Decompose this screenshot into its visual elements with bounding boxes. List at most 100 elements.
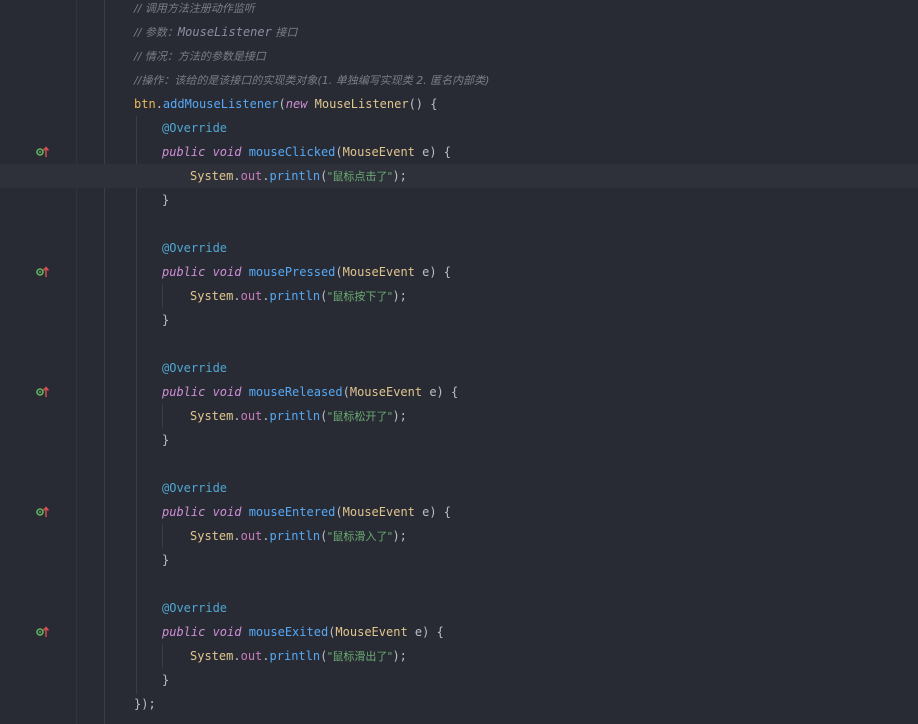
keyword: void [212,625,249,639]
keyword: new [285,97,315,111]
comment: // 情况：方法的参数是接口 [134,50,266,63]
code-text: System.out.println("鼠标松开了"); [190,404,407,429]
code-text: // 情况：方法的参数是接口 [134,44,266,69]
dot: . [233,289,241,303]
method-call: println [269,409,321,423]
parameter: e) { [414,265,452,279]
code-line[interactable]: public void mouseReleased(MouseEvent e) … [0,380,918,404]
method-call: println [269,649,321,663]
code-line[interactable]: } [0,308,918,332]
override-method-icon[interactable] [36,266,50,278]
code-text: public void mouseExited(MouseEvent e) { [162,620,444,644]
keyword: public [162,505,213,519]
code-line[interactable]: } [0,548,918,572]
field-name: out [240,289,263,303]
method-name: mousePressed [248,265,336,279]
dot: . [233,649,241,663]
code-line[interactable]: } [0,428,918,452]
code-line[interactable]: public void mouseClicked(MouseEvent e) { [0,140,918,164]
brace: } [162,433,170,447]
closing-brace: }); [134,697,156,711]
class-name: System [190,289,234,303]
dot: . [233,529,241,543]
code-line[interactable] [0,212,918,236]
dot: . [233,169,241,183]
code-line[interactable]: //操作：该给的是该接口的实现类对象(1. 单独编写实现类 2. 匿名内部类) [0,68,918,92]
code-line[interactable]: } [0,668,918,692]
keyword: public [162,385,213,399]
annotation: @Override [162,481,228,495]
dot: . [262,169,270,183]
override-method-icon[interactable] [36,626,50,638]
code-line[interactable]: @Override [0,596,918,620]
class-name: System [190,529,234,543]
code-line[interactable]: System.out.println("鼠标滑入了"); [0,524,918,548]
field-name: out [240,409,263,423]
annotation: @Override [162,121,228,135]
keyword: public [162,265,213,279]
code-line[interactable]: btn.addMouseListener(new MouseListener()… [0,92,918,116]
code-line[interactable]: // 情况：方法的参数是接口 [0,44,918,68]
type-name: MouseEvent [342,505,415,519]
code-line[interactable] [0,332,918,356]
comment-prefix: // 参数： [134,26,178,39]
type-name: MouseEvent [342,265,415,279]
override-method-icon[interactable] [36,146,50,158]
code-line[interactable]: System.out.println("鼠标点击了"); [0,164,918,188]
code-line[interactable]: System.out.println("鼠标松开了"); [0,404,918,428]
comment: // 调用方法注册动作监听 [134,2,255,15]
code-line[interactable]: // 调用方法注册动作监听 [0,0,918,20]
override-method-icon[interactable] [36,386,50,398]
dot: . [262,289,270,303]
dot: . [262,409,270,423]
object-name: btn [134,97,156,111]
code-line[interactable]: public void mouseEntered(MouseEvent e) { [0,500,918,524]
dot: . [155,97,163,111]
code-text: @Override [162,596,227,620]
string-literal: "鼠标按下了" [327,290,393,303]
code-line[interactable]: public void mousePressed(MouseEvent e) { [0,260,918,284]
method-name: mouseReleased [248,385,343,399]
code-text: @Override [162,356,227,380]
paren: ( [335,265,343,279]
code-line[interactable]: System.out.println("鼠标按下了"); [0,284,918,308]
code-text: public void mousePressed(MouseEvent e) { [162,260,451,284]
annotation: @Override [162,601,228,615]
code-line[interactable] [0,452,918,476]
code-line[interactable]: @Override [0,476,918,500]
keyword: void [212,385,249,399]
code-text: @Override [162,116,227,140]
type-name: MouseEvent [349,385,423,399]
code-line[interactable]: public void mouseExited(MouseEvent e) { [0,620,918,644]
code-line[interactable]: @Override [0,356,918,380]
code-line[interactable] [0,572,918,596]
paren-close: ); [392,409,407,423]
method-call: println [269,529,321,543]
code-line[interactable]: System.out.println("鼠标滑出了"); [0,644,918,668]
code-text: } [162,548,169,572]
code-line[interactable]: @Override [0,116,918,140]
paren: ( [278,97,286,111]
paren-close: ); [392,289,407,303]
code-line[interactable]: @Override [0,236,918,260]
keyword: public [162,145,213,159]
code-text: } [162,428,169,452]
paren: ( [335,145,343,159]
code-text: System.out.println("鼠标按下了"); [190,284,407,309]
code-editor[interactable]: // 调用方法注册动作监听 // 参数：MouseListener 接口 // 情况… [0,0,918,724]
paren-close: ); [392,529,407,543]
code-text: } [162,188,169,212]
string-literal: "鼠标滑入了" [327,530,393,543]
code-line[interactable]: // 参数：MouseListener 接口 [0,20,918,44]
paren-close: ); [392,649,407,663]
code-text: public void mouseReleased(MouseEvent e) … [162,380,458,404]
code-tail: () { [408,97,438,111]
class-name: System [190,409,234,423]
brace: } [162,193,170,207]
parameter: e) { [422,385,459,399]
code-line[interactable]: } [0,188,918,212]
method-name: mouseExited [248,625,329,639]
code-line[interactable]: }); [0,692,918,716]
keyword: void [212,145,249,159]
override-method-icon[interactable] [36,506,50,518]
